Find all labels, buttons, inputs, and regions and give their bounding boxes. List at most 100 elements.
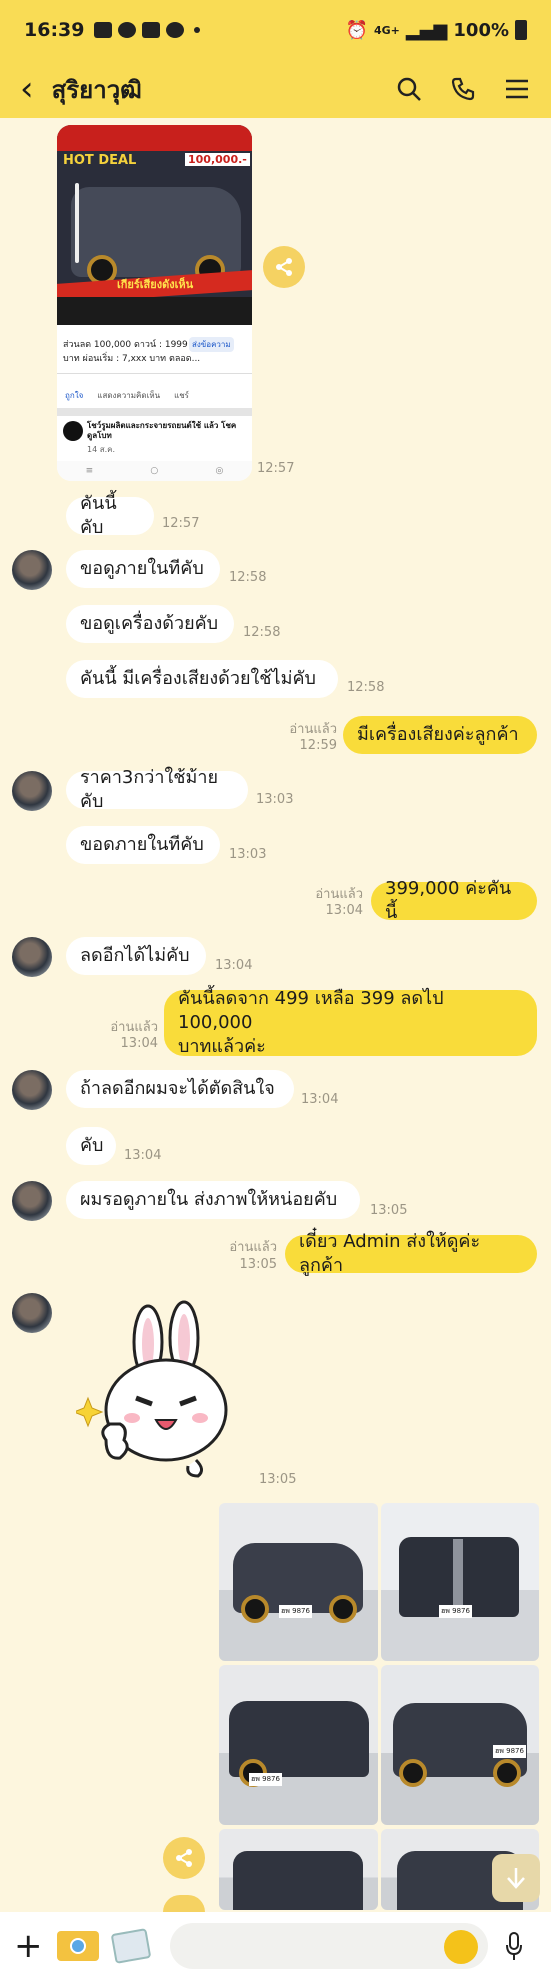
hot-deal-badge: HOT DEAL: [63, 153, 137, 168]
message-text: บาทแล้วค่ะ: [178, 1036, 266, 1057]
read-receipt: อ่านแล้ว: [229, 1240, 277, 1255]
battery-percent: 100%: [453, 19, 509, 41]
car-photo[interactable]: ฮพ 9876: [219, 1665, 378, 1825]
alarm-icon: ⏰: [345, 19, 368, 41]
message-text: ลดอีกได้ไม่คับ: [80, 945, 190, 966]
message-text: ขอดภายในทีคับ: [80, 834, 204, 855]
back-arrow-icon[interactable]: ‹: [20, 72, 34, 106]
scroll-to-bottom-button[interactable]: [492, 1854, 540, 1902]
post-send-message-button: ส่งข้อความ: [189, 337, 234, 352]
message-text: คับ: [80, 1135, 104, 1156]
chat-title: สุริยาวุฒิ: [51, 75, 142, 104]
cony-sticker[interactable]: [72, 1300, 236, 1480]
menu-icon[interactable]: [503, 75, 531, 103]
network-type: 4G+: [373, 23, 400, 37]
page-date: 14 ส.ค.: [87, 445, 116, 454]
incoming-message[interactable]: ขอดูเครื่องด้วยคับ: [66, 605, 234, 643]
share-button[interactable]: [163, 1837, 205, 1879]
shared-post-image[interactable]: HOT DEAL 100,000.- เกียร์เสียงดังเห็น ส่…: [57, 125, 252, 481]
car-photo[interactable]: [219, 1829, 378, 1910]
message-text: ขอดูเครื่องด้วยคับ: [80, 613, 219, 634]
signal-icon: ▂▄▆: [405, 19, 448, 41]
message-text: คันนี้ลดจาก 499 เหลือ 399 ลดไป 100,000: [178, 988, 444, 1033]
message-text: ถ้าลดอีกผมจะได้ตัดสินใจ: [80, 1078, 275, 1099]
license-plate: ฮพ 9876: [279, 1605, 312, 1618]
incoming-message[interactable]: คันนี้ มีเครื่องเสียงด้วยใช้ไม่คับ: [66, 660, 338, 698]
car-photo[interactable]: ฮพ 9876: [219, 1503, 378, 1661]
license-plate: ฮพ 9876: [249, 1773, 282, 1786]
incoming-message[interactable]: ราคา3กว่าใช้ม้ายคับ: [66, 767, 248, 812]
incoming-message[interactable]: ขอดภายในทีคับ: [66, 826, 220, 864]
read-receipt: อ่านแล้ว: [289, 722, 337, 737]
message-input[interactable]: [170, 1923, 488, 1969]
message-text: เดี๋ยว Admin ส่งให้ดูค่ะลูกค้า: [299, 1231, 481, 1276]
incoming-message[interactable]: คันนี้คับ: [66, 493, 154, 538]
post-strip-text: เกียร์เสียงดังเห็น: [117, 278, 194, 291]
sticker-icon[interactable]: [444, 1930, 478, 1964]
message-time: 13:04: [124, 1148, 162, 1163]
read-receipt: อ่านแล้ว: [110, 1020, 158, 1035]
message-time: 13:03: [229, 847, 267, 862]
incoming-message[interactable]: ขอดูภายในทีคับ: [66, 550, 220, 588]
microphone-icon[interactable]: [505, 1932, 523, 1962]
message-time: 12:57: [257, 461, 295, 476]
incoming-message[interactable]: ลดอีกได้ไม่คับ: [66, 937, 206, 975]
share-button[interactable]: [263, 246, 305, 288]
message-time: 12:58: [347, 680, 385, 695]
header-actions: [395, 75, 531, 103]
post-nav-bar: ≡ ○ ◎: [57, 461, 252, 481]
outgoing-message[interactable]: เดี๋ยว Admin ส่งให้ดูค่ะลูกค้า: [285, 1231, 537, 1276]
license-plate: ฮพ 9876: [493, 1745, 526, 1758]
message-time: 13:03: [256, 792, 294, 807]
message-text: ราคา3กว่าใช้ม้ายคับ: [80, 767, 219, 812]
contact-avatar[interactable]: [12, 1181, 52, 1221]
message-time: 13:04: [215, 958, 253, 973]
car-photo[interactable]: ฮพ 9876: [381, 1503, 539, 1661]
gallery-icon[interactable]: [110, 1928, 151, 1964]
phone-call-icon[interactable]: [449, 75, 477, 103]
incoming-message[interactable]: คับ: [66, 1127, 116, 1165]
post-caption-line2: บาท ผ่อนเริ่ม : 7,xxx บาท ตลอด...: [63, 354, 201, 364]
camera-icon[interactable]: [56, 1931, 99, 1961]
message-time: 13:04: [301, 1092, 339, 1107]
message-composer: +: [0, 1912, 551, 1980]
line-notification-icon: [142, 22, 161, 38]
status-bar: 16:39 ⏰ 4G+ ▂▄▆ 100%: [0, 0, 551, 60]
gallery-notification-icon: [94, 22, 113, 38]
post-comment-label: แสดงความคิดเห็น: [97, 391, 161, 400]
facebook-notification-icon: [166, 22, 185, 38]
download-button[interactable]: [163, 1895, 205, 1912]
more-notifications-dot: [194, 27, 201, 33]
contact-avatar[interactable]: [12, 1293, 52, 1333]
outgoing-message[interactable]: คันนี้ลดจาก 499 เหลือ 399 ลดไป 100,000 บ…: [164, 988, 537, 1057]
price-badge: 100,000.-: [185, 153, 250, 166]
plus-icon[interactable]: +: [14, 1929, 43, 1963]
contact-avatar[interactable]: [12, 771, 52, 811]
post-photo: HOT DEAL 100,000.- เกียร์เสียงดังเห็น: [57, 125, 252, 325]
message-time: 13:05: [239, 1257, 277, 1272]
post-like-label: ถูกใจ: [65, 391, 84, 400]
outgoing-message[interactable]: 399,000 ค่ะคันนี้: [371, 878, 537, 923]
contact-avatar[interactable]: [12, 550, 52, 590]
search-icon[interactable]: [395, 75, 423, 103]
car-photo[interactable]: ฮพ 9876: [381, 1665, 539, 1825]
page-avatar: [63, 421, 83, 441]
chat-header: ‹ สุริยาวุฒิ: [0, 60, 551, 118]
battery-icon: [515, 20, 527, 40]
message-time: 13:05: [259, 1472, 297, 1487]
message-time: 12:59: [299, 738, 337, 753]
line-notification-icon: [118, 22, 137, 38]
message-time: 13:05: [370, 1203, 408, 1218]
message-time: 13:04: [120, 1036, 158, 1051]
contact-avatar[interactable]: [12, 937, 52, 977]
outgoing-message[interactable]: มีเครื่องเสียงค่ะลูกค้า: [343, 716, 537, 754]
contact-avatar[interactable]: [12, 1070, 52, 1110]
message-text: ขอดูภายในทีคับ: [80, 558, 204, 579]
incoming-message[interactable]: ถ้าลดอีกผมจะได้ตัดสินใจ: [66, 1070, 294, 1108]
message-text: คันนี้คับ: [80, 493, 117, 538]
page-name: โชว์รูมผลิตและกระจายรถยนต์ใช้ แล้ว โชคดู…: [87, 421, 237, 440]
incoming-message[interactable]: ผมรอดูภายใน ส่งภาพให้หน่อยคับ: [66, 1181, 360, 1219]
message-time: 13:04: [325, 903, 363, 918]
post-caption-line1: ส่วนลด 100,000 ดาวน์ : 1999: [63, 340, 188, 350]
message-text: 399,000 ค่ะคันนี้: [385, 878, 512, 923]
